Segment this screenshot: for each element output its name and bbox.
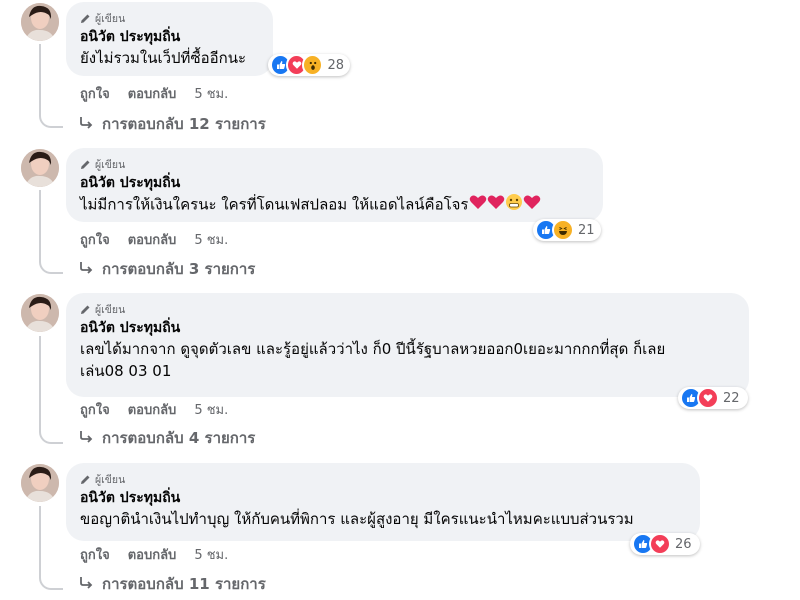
view-replies-button[interactable]: การตอบกลับ 11 รายการ [80, 573, 266, 595]
comment-actions: ถูกใจ ตอบกลับ 5 ชม. [80, 400, 228, 418]
comment-text: เลขได้มากจาก ดูจุดตัวเลข และรู้อยู่แล้วว… [80, 340, 666, 380]
reply-arrow-icon [80, 115, 94, 133]
reply-arrow-icon [80, 260, 94, 278]
thread-line [39, 190, 41, 256]
reaction-count: 21 [578, 222, 595, 238]
reaction-summary[interactable]: 21 [533, 219, 601, 241]
comment-actions: ถูกใจ ตอบกลับ 5 ชม. [80, 230, 228, 248]
comment-author[interactable]: อนิวัต ประทุมถิ่น [80, 318, 735, 338]
reaction-count: 22 [723, 390, 740, 406]
thread-line [39, 336, 41, 426]
comment-bubble: ผู้เขียน อนิวัต ประทุมถิ่น เลขได้มากจาก … [66, 293, 749, 397]
grimace-emoji-icon [505, 193, 523, 217]
avatar[interactable] [21, 149, 59, 187]
comment-bubble: ผู้เขียน อนิวัต ประทุมถิ่น ยังไม่รวมในเว… [66, 2, 273, 76]
comment-bubble: ผู้เขียน อนิวัต ประทุมถิ่น ขอญาตินำเงินไ… [66, 463, 700, 541]
like-button[interactable]: ถูกใจ [80, 544, 110, 565]
thread-connector [39, 572, 63, 590]
author-badge: ผู้เขียน [80, 472, 686, 486]
view-replies-label: การตอบกลับ 3 รายการ [102, 260, 256, 278]
heart-icon [523, 194, 541, 216]
view-replies-button[interactable]: การตอบกลับ 4 รายการ [80, 427, 255, 449]
thread-line [39, 506, 41, 572]
comment-text: ยังไม่รวมในเว็ปที่ซื้ออีกนะ [80, 49, 247, 67]
comment-text: ไม่มีการให้เงินใครนะ ใครที่โดนเฟสปลอม ให… [80, 193, 589, 217]
view-replies-button[interactable]: การตอบกลับ 3 รายการ [80, 258, 255, 280]
thread-connector [39, 426, 63, 444]
author-badge-label: ผู้เขียน [95, 158, 126, 171]
comment-author[interactable]: อนิวัต ประทุมถิ่น [80, 27, 259, 47]
view-replies-label: การตอบกลับ 4 รายการ [102, 429, 256, 447]
pencil-icon [81, 475, 90, 484]
author-badge-label: ผู้เขียน [95, 473, 126, 486]
reply-arrow-icon [80, 575, 94, 593]
reply-arrow-icon [80, 429, 94, 447]
avatar[interactable] [21, 3, 59, 41]
reply-button[interactable]: ตอบกลับ [128, 399, 177, 420]
pencil-icon [81, 160, 90, 169]
comment-bubble: ผู้เขียน อนิวัต ประทุมถิ่น ไม่มีการให้เง… [66, 148, 603, 222]
haha-reaction-icon [552, 219, 574, 241]
author-badge: ผู้เขียน [80, 302, 735, 316]
view-replies-label: การตอบกลับ 11 รายการ [102, 575, 266, 593]
heart-icon [487, 194, 505, 216]
view-replies-label: การตอบกลับ 12 รายการ [102, 115, 266, 133]
wow-reaction-icon [302, 54, 324, 76]
avatar[interactable] [21, 464, 59, 502]
reaction-count: 28 [327, 57, 345, 73]
author-badge-label: ผู้เขียน [95, 12, 126, 25]
love-reaction-icon [697, 387, 719, 409]
like-button[interactable]: ถูกใจ [80, 399, 110, 420]
avatar[interactable] [21, 294, 59, 332]
reaction-summary[interactable]: 22 [678, 387, 748, 409]
comment-timestamp[interactable]: 5 ชม. [194, 83, 228, 104]
pencil-icon [81, 305, 90, 314]
author-badge: ผู้เขียน [80, 11, 259, 25]
like-button[interactable]: ถูกใจ [80, 83, 110, 104]
comment-timestamp[interactable]: 5 ชม. [194, 229, 228, 250]
comment-text-body: ไม่มีการให้เงินใครนะ ใครที่โดนเฟสปลอม ให… [80, 195, 469, 214]
author-badge-label: ผู้เขียน [95, 303, 126, 316]
heart-icon [469, 194, 487, 216]
thread-line [39, 44, 41, 110]
comment-actions: ถูกใจ ตอบกลับ 5 ชม. [80, 545, 228, 563]
author-badge: ผู้เขียน [80, 157, 589, 171]
reply-button[interactable]: ตอบกลับ [128, 83, 177, 104]
comment-author[interactable]: อนิวัต ประทุมถิ่น [80, 488, 686, 508]
reply-button[interactable]: ตอบกลับ [128, 544, 177, 565]
view-replies-button[interactable]: การตอบกลับ 12 รายการ [80, 113, 266, 135]
reply-button[interactable]: ตอบกลับ [128, 229, 177, 250]
thread-connector [39, 110, 63, 128]
comment-author[interactable]: อนิวัต ประทุมถิ่น [80, 173, 589, 193]
thread-connector [39, 256, 63, 274]
comment-actions: ถูกใจ ตอบกลับ 5 ชม. [80, 84, 228, 102]
pencil-icon [81, 14, 90, 23]
like-button[interactable]: ถูกใจ [80, 229, 110, 250]
comment-timestamp[interactable]: 5 ชม. [194, 544, 228, 565]
love-reaction-icon [649, 533, 671, 555]
reaction-summary[interactable]: 28 [268, 54, 350, 76]
reaction-count: 26 [675, 536, 692, 552]
reaction-summary[interactable]: 26 [630, 533, 700, 555]
comment-timestamp[interactable]: 5 ชม. [194, 399, 228, 420]
comment-text: ขอญาตินำเงินไปทำบุญ ให้กับคนที่พิการ และ… [80, 510, 634, 528]
